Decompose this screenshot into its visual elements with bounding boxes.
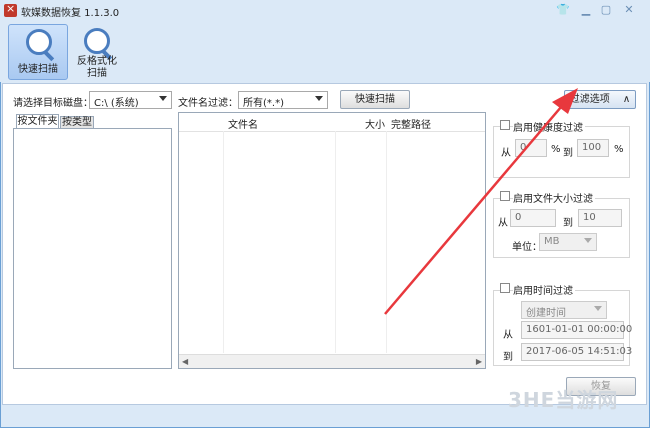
time-type-select[interactable]: 创建时间 bbox=[521, 301, 607, 319]
time-from-label: 从 bbox=[503, 330, 513, 341]
filter-options-button[interactable]: 过滤选项 ∧ bbox=[564, 90, 636, 109]
maximize-icon[interactable]: ▢ bbox=[599, 3, 613, 17]
health-percent-2: % bbox=[614, 144, 624, 155]
scroll-left-icon[interactable]: ◀ bbox=[182, 357, 188, 366]
quick-scan-icon bbox=[26, 29, 52, 55]
health-from-input[interactable]: 0 bbox=[515, 139, 547, 157]
app-logo-icon bbox=[4, 2, 17, 17]
column-filename[interactable]: 文件名 bbox=[228, 116, 258, 131]
size-to-input[interactable]: 10 bbox=[578, 209, 622, 227]
reformat-scan-label-1: 反格式化 bbox=[77, 56, 117, 67]
folder-tree[interactable] bbox=[13, 128, 172, 369]
horizontal-scrollbar[interactable]: ◀ ▶ bbox=[179, 354, 485, 368]
reformat-scan-tool-button[interactable]: 反格式化 扫描 bbox=[67, 24, 127, 80]
time-to-input[interactable]: 2017-06-05 14:51:03 bbox=[521, 343, 632, 361]
time-to-label: 到 bbox=[503, 352, 513, 363]
size-to-label: 到 bbox=[563, 218, 573, 229]
watermark-text: 3HE当游网 bbox=[508, 388, 619, 412]
window-title: 软媒数据恢复 1.1.3.0 bbox=[21, 8, 120, 19]
chevron-down-icon bbox=[315, 96, 323, 101]
filename-filter-select[interactable]: 所有(*.*) bbox=[238, 91, 328, 109]
size-filter-label: 启用文件大小过滤 bbox=[513, 190, 595, 205]
quick-scan-tool-button[interactable]: 快速扫描 bbox=[8, 24, 68, 80]
file-list-header: 文件名 大小 完整路径 bbox=[179, 113, 485, 132]
column-size[interactable]: 大小 bbox=[365, 116, 385, 131]
time-filter-checkbox[interactable] bbox=[500, 283, 510, 293]
scroll-right-icon[interactable]: ▶ bbox=[476, 357, 482, 366]
health-to-label: 到 bbox=[563, 148, 573, 159]
disk-select[interactable]: C:\ (系统) bbox=[89, 91, 172, 109]
chevron-up-icon: ∧ bbox=[622, 94, 631, 105]
skin-icon[interactable]: 👕 bbox=[556, 3, 570, 17]
size-from-label: 从 bbox=[498, 218, 508, 229]
disk-label: 请选择目标磁盘： bbox=[13, 98, 93, 109]
size-filter-checkbox[interactable] bbox=[500, 191, 510, 201]
minimize-icon[interactable]: ▁ bbox=[579, 3, 593, 17]
reformat-scan-icon bbox=[84, 28, 110, 54]
size-from-input[interactable]: 0 bbox=[510, 209, 556, 227]
health-filter-checkbox[interactable] bbox=[500, 120, 510, 130]
quick-scan-button[interactable]: 快速扫描 bbox=[340, 90, 410, 109]
chevron-down-icon bbox=[594, 306, 602, 311]
quick-scan-tool-label: 快速扫描 bbox=[18, 64, 58, 75]
time-from-input[interactable]: 1601-01-01 00:00:00 bbox=[521, 321, 632, 339]
reformat-scan-label-2: 扫描 bbox=[87, 68, 107, 79]
chevron-down-icon bbox=[159, 96, 167, 101]
health-percent-1: % bbox=[551, 144, 561, 155]
time-filter-label: 启用时间过滤 bbox=[513, 282, 575, 297]
health-filter-label: 启用健康度过滤 bbox=[513, 119, 585, 134]
file-list[interactable]: 文件名 大小 完整路径 ◀ ▶ bbox=[178, 112, 486, 369]
health-to-input[interactable]: 100 bbox=[577, 139, 609, 157]
filename-filter-label: 文件名过滤： bbox=[178, 98, 238, 109]
size-unit-label: 单位： bbox=[512, 242, 542, 253]
size-unit-select[interactable]: MB bbox=[539, 233, 597, 251]
close-icon[interactable]: ✕ bbox=[622, 3, 636, 17]
column-full-path[interactable]: 完整路径 bbox=[391, 116, 431, 131]
chevron-down-icon bbox=[584, 238, 592, 243]
health-from-label: 从 bbox=[501, 148, 511, 159]
